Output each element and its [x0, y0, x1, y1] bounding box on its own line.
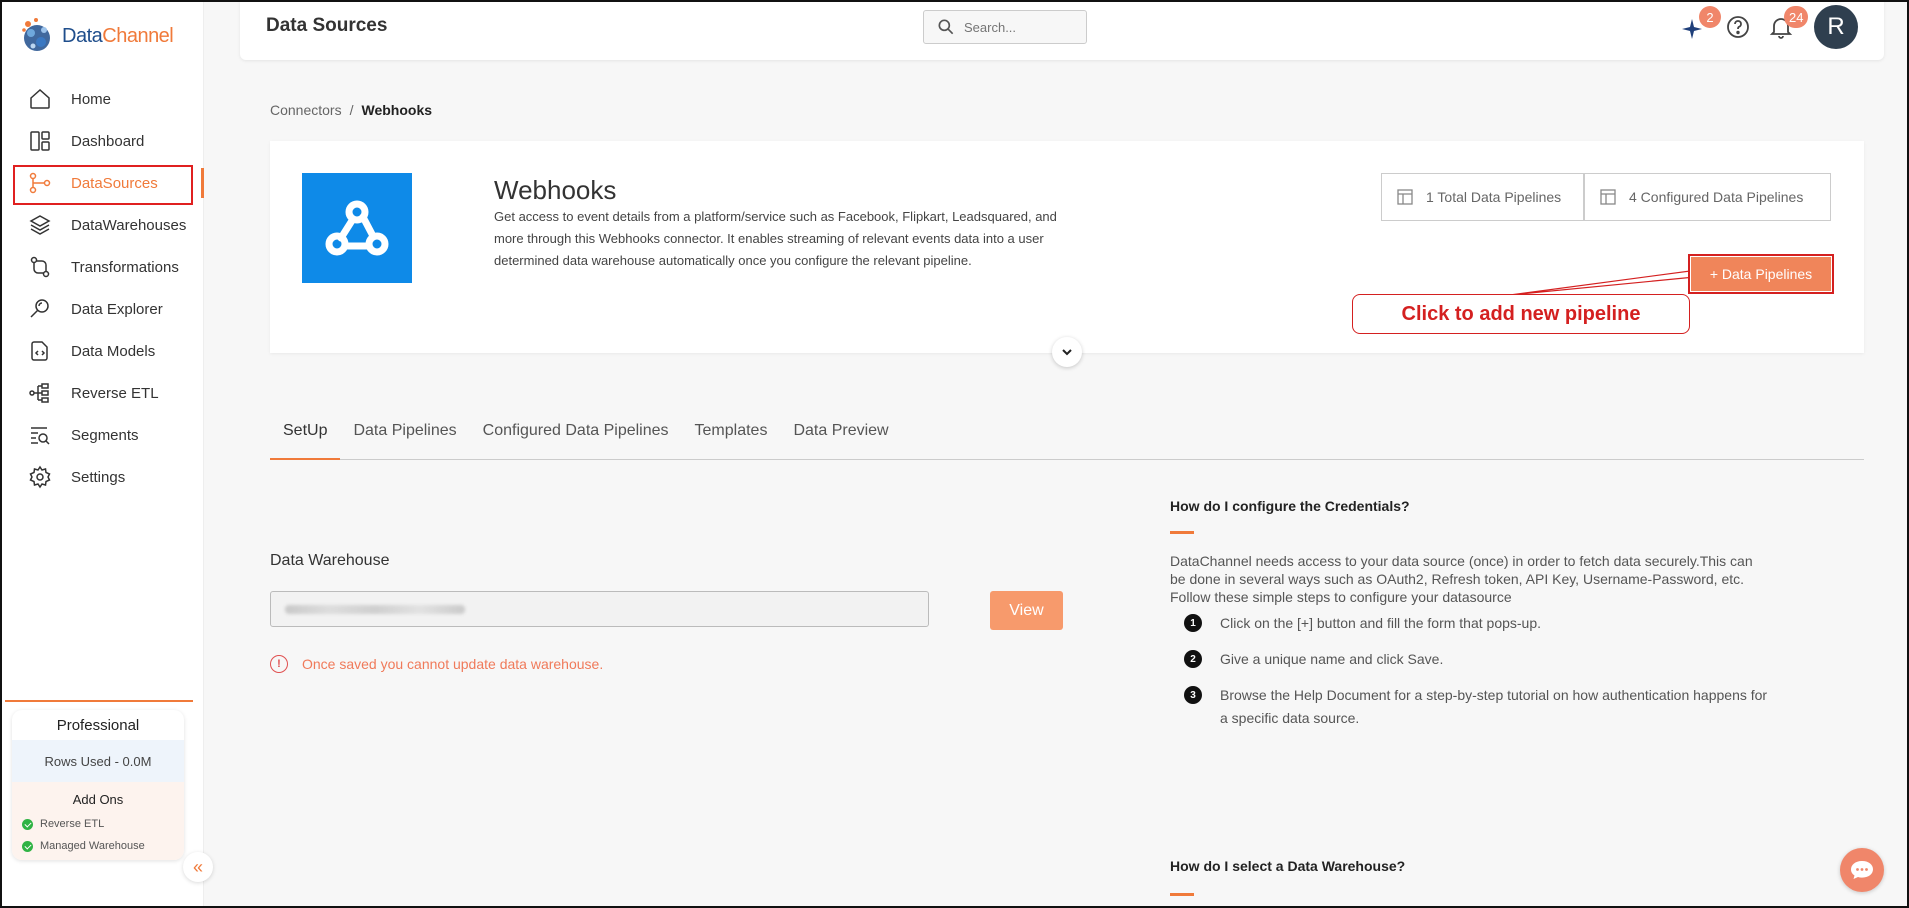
sidebar-item-home[interactable]: Home: [0, 78, 204, 120]
sidebar-item-label: DataWarehouses: [71, 216, 187, 234]
dashboard-icon: [30, 131, 50, 151]
search-input[interactable]: [964, 19, 1064, 35]
annotation-highlight-box: [13, 165, 193, 205]
addons-section: Add Ons Reverse ETL Managed Warehouse: [12, 782, 184, 860]
sidebar-item-dashboard[interactable]: Dashboard: [0, 120, 204, 162]
transform-icon: [30, 256, 50, 278]
table-icon: [1600, 189, 1616, 205]
tab-data-preview[interactable]: Data Preview: [780, 418, 901, 460]
credentials-intro: DataChannel needs access to your data so…: [1170, 553, 1753, 587]
view-button[interactable]: View: [990, 591, 1063, 630]
tab-templates[interactable]: Templates: [682, 418, 781, 460]
webhooks-icon: [325, 200, 389, 256]
sidebar-item-label: Data Models: [71, 342, 156, 360]
notification-badge: 24: [1784, 6, 1809, 28]
warning-message: ! Once saved you cannot update data ware…: [270, 655, 603, 673]
table-icon: [1397, 189, 1413, 205]
steps-intro: Follow these simple steps to configure y…: [1170, 589, 1512, 605]
sidebar: DataChannel Home Dashboard DataSources D…: [0, 0, 204, 908]
tab-setup[interactable]: SetUp: [270, 418, 341, 460]
sidebar-nav: Home Dashboard DataSources DataWarehouse…: [0, 78, 204, 498]
search-icon: [938, 19, 954, 35]
double-chevron-left-icon: «: [192, 856, 203, 877]
data-warehouse-field[interactable]: [270, 591, 929, 627]
check-circle-icon: [22, 818, 33, 830]
layers-icon: [29, 215, 51, 235]
datachannel-logo-icon: [22, 18, 50, 51]
sidebar-item-label: Dashboard: [71, 132, 145, 150]
help-panel: How do I configure the Credentials? Data…: [1170, 498, 1770, 743]
sidebar-item-settings[interactable]: Settings: [0, 456, 204, 498]
help-icon[interactable]: [1724, 13, 1752, 41]
connector-name: Webhooks: [494, 175, 617, 205]
active-indicator: [201, 168, 204, 198]
chat-button[interactable]: [1840, 848, 1884, 892]
home-icon: [30, 88, 50, 109]
connector-description: Get access to event details from a platf…: [494, 209, 1057, 268]
list-item: 2 Give a unique name and click Save.: [1184, 648, 1770, 671]
tab-bar: SetUp Data Pipelines Configured Data Pip…: [270, 418, 1864, 460]
connector-card: Webhooks Get access to event details fro…: [270, 141, 1864, 367]
tab-configured-data-pipelines[interactable]: Configured Data Pipelines: [470, 418, 682, 460]
plan-card: Professional Rows Used - 0.0M Add Ons Re…: [12, 710, 184, 860]
sidebar-divider: [5, 700, 193, 702]
top-header: Data Sources 2 24 R: [240, 0, 1884, 60]
sidebar-item-label: Settings: [71, 468, 126, 486]
configured-pipelines-stat[interactable]: 4 Configured Data Pipelines: [1584, 173, 1831, 221]
breadcrumb-connectors-link[interactable]: Connectors: [270, 102, 342, 118]
gear-icon: [29, 465, 51, 489]
title-underline: [1170, 893, 1194, 896]
sidebar-item-label: Transformations: [71, 258, 179, 276]
annotation-callout: Click to add new pipeline: [1352, 294, 1690, 334]
sidebar-item-data-explorer[interactable]: Data Explorer: [0, 288, 204, 330]
addon-item: Reverse ETL: [12, 813, 184, 835]
sidebar-item-reverse-etl[interactable]: Reverse ETL: [0, 372, 204, 414]
sidebar-item-label: Home: [71, 90, 112, 108]
breadcrumb-current: Webhooks: [361, 102, 433, 118]
alert-circle-icon: !: [270, 655, 288, 673]
list-item: 1 Click on the [+] button and fill the fo…: [1184, 612, 1770, 635]
add-data-pipeline-button[interactable]: + Data Pipelines: [1688, 254, 1834, 294]
search-box[interactable]: [923, 10, 1087, 44]
list-item: 3 Browse the Help Document for a step-by-…: [1184, 684, 1770, 730]
expand-details-button[interactable]: [1052, 337, 1082, 367]
total-pipelines-stat[interactable]: 1 Total Data Pipelines: [1381, 173, 1584, 221]
plan-name: Professional: [56, 716, 140, 734]
warehouse-help-title: How do I select a Data Warehouse?: [1170, 858, 1406, 874]
title-underline: [1170, 531, 1194, 534]
check-circle-icon: [22, 840, 33, 852]
rows-used: Rows Used - 0.0M: [12, 740, 184, 782]
sidebar-item-label: Segments: [71, 426, 139, 444]
chat-icon: [1851, 861, 1873, 879]
webhooks-logo: [302, 173, 412, 283]
collapse-sidebar-button[interactable]: «: [183, 852, 213, 882]
avatar[interactable]: R: [1814, 5, 1858, 49]
credentials-help-title: How do I configure the Credentials?: [1170, 498, 1410, 514]
explorer-icon: [30, 299, 49, 318]
warehouse-help: How do I select a Data Warehouse?: [1170, 858, 1405, 896]
models-icon: [31, 341, 48, 361]
brand-logo[interactable]: DataChannel: [18, 16, 174, 56]
sidebar-item-transformations[interactable]: Transformations: [0, 246, 204, 288]
sidebar-item-data-models[interactable]: Data Models: [0, 330, 204, 372]
sidebar-item-datasources[interactable]: DataSources: [0, 162, 204, 205]
sidebar-item-segments[interactable]: Segments: [0, 414, 204, 456]
chevron-down-icon: [1062, 349, 1072, 356]
data-warehouse-label: Data Warehouse: [270, 552, 390, 569]
reverse-etl-icon: [29, 383, 49, 403]
segments-icon: [31, 427, 50, 445]
brand-name: DataChannel: [62, 24, 174, 47]
sidebar-item-datawarehouses[interactable]: DataWarehouses: [0, 204, 204, 246]
sidebar-item-label: Data Explorer: [71, 300, 163, 318]
steps-list: 1 Click on the [+] button and fill the fo…: [1170, 612, 1770, 730]
ai-badge: 2: [1699, 6, 1721, 28]
page-title: Data Sources: [266, 15, 388, 36]
breadcrumb: Connectors / Webhooks: [270, 102, 433, 118]
redacted-value: [285, 605, 465, 614]
addons-title: Add Ons: [72, 792, 124, 807]
sidebar-item-label: Reverse ETL: [71, 384, 159, 402]
tab-data-pipelines[interactable]: Data Pipelines: [340, 418, 469, 460]
addon-item: Managed Warehouse: [12, 835, 184, 857]
